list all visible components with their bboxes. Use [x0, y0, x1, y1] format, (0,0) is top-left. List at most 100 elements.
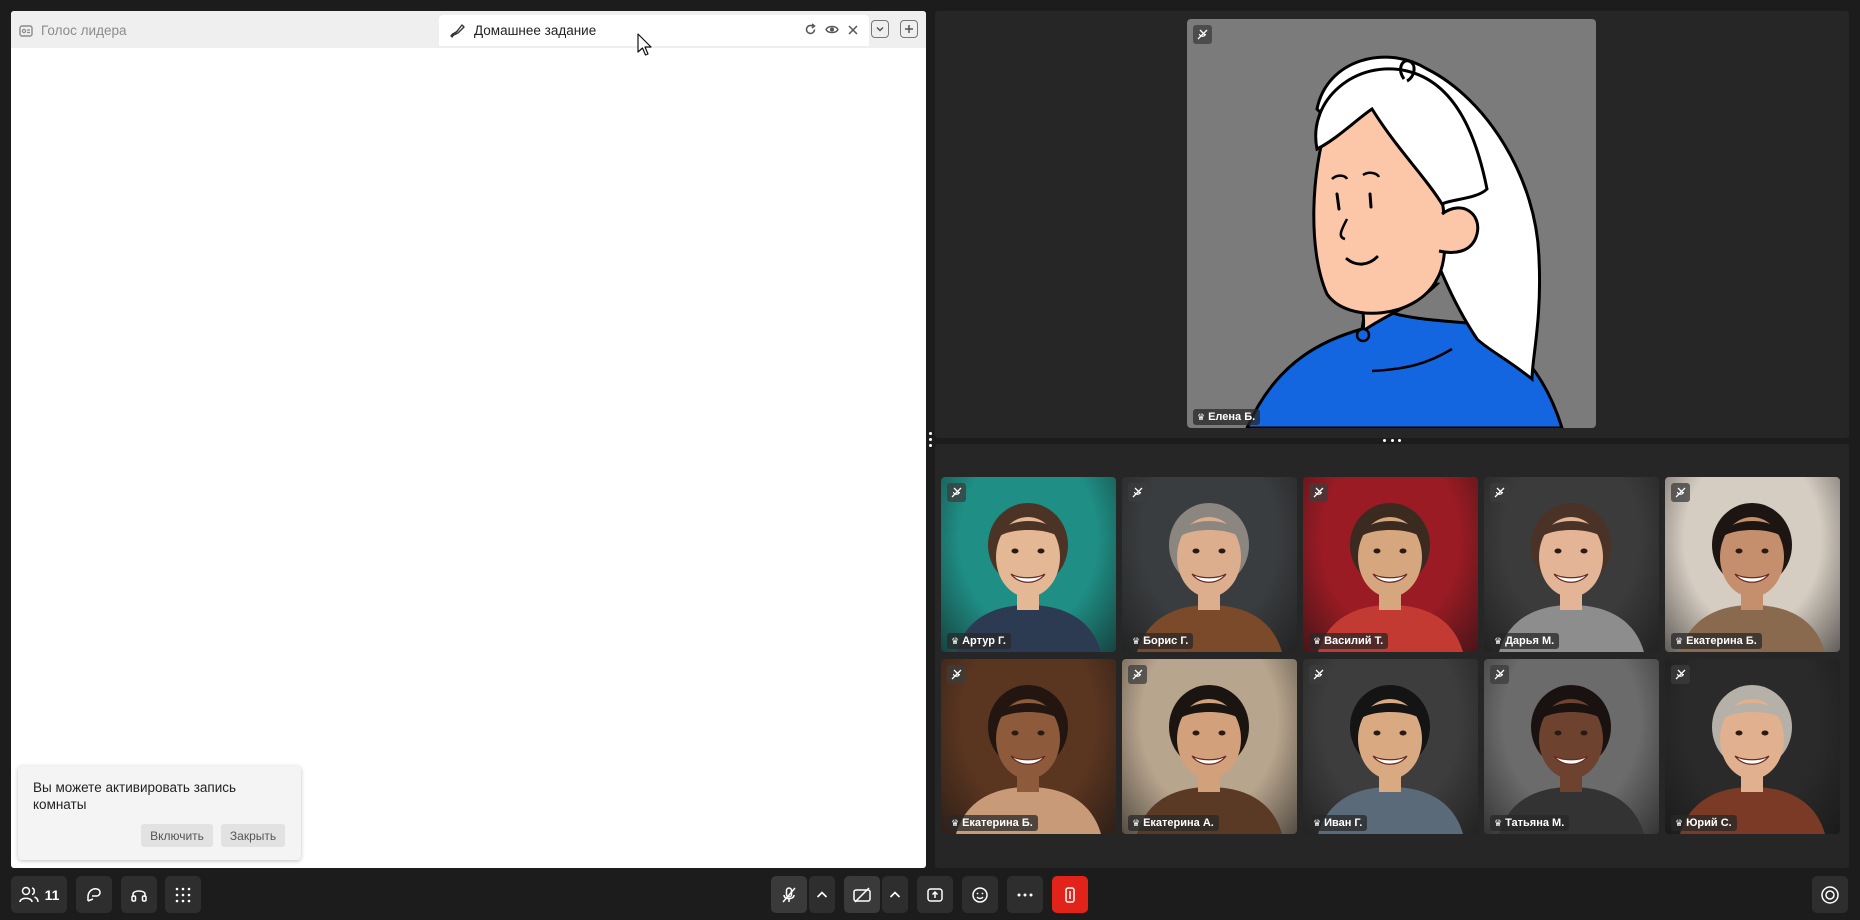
camera-off-icon	[853, 886, 871, 903]
whiteboard-icon	[87, 887, 101, 902]
reactions-button[interactable]	[962, 876, 998, 913]
crown-icon: ♛	[1313, 817, 1322, 828]
participant-tile[interactable]: ♛ Екатерина Б.	[941, 659, 1116, 834]
tab-label: Голос лидера	[41, 23, 127, 38]
chevron-up-icon	[889, 890, 901, 898]
participant-name-tag: ♛ Екатерина Б.	[947, 815, 1038, 831]
camera-button[interactable]	[844, 876, 880, 913]
participant-tile[interactable]: ♛ Татьяна М.	[1484, 659, 1659, 834]
mic-off-badge	[1128, 665, 1147, 684]
participant-name: Екатерина Б.	[962, 817, 1033, 829]
eye-icon[interactable]	[825, 23, 839, 36]
more-options-button[interactable]	[1007, 876, 1043, 913]
chevron-down-icon	[876, 26, 884, 32]
whiteboard-tabbar: Голос лидера Домашнее задание	[11, 11, 926, 48]
participant-tile[interactable]: ♛ Екатерина Б.	[1665, 477, 1840, 652]
participant-tile[interactable]: ♛ Дарья М.	[1484, 477, 1659, 652]
participant-photo	[1680, 685, 1825, 834]
mic-off-icon	[1197, 29, 1208, 40]
participant-tile[interactable]: ♛ Василий Т.	[1303, 477, 1478, 652]
enable-recording-button[interactable]: Включить	[141, 824, 213, 847]
add-tab-button[interactable]	[900, 20, 918, 38]
participants-button[interactable]: 11	[11, 876, 67, 913]
chevron-up-icon	[816, 890, 828, 898]
mic-off-badge	[1671, 483, 1690, 502]
participant-name: Татьяна М.	[1505, 817, 1565, 829]
participant-tile[interactable]: ♛ Борис Г.	[1122, 477, 1297, 652]
whiteboard-panel[interactable]: Голос лидера Домашнее задание	[11, 11, 926, 868]
resize-handle-horizontal[interactable]	[1383, 437, 1401, 443]
audio-settings-button[interactable]	[121, 876, 157, 913]
participant-name: Артур Г.	[962, 635, 1006, 647]
leave-icon	[1065, 886, 1075, 903]
record-button[interactable]	[1812, 876, 1848, 913]
record-icon	[1821, 885, 1839, 904]
toast-message: Вы можете активировать запись комнаты	[33, 780, 237, 812]
mic-off-badge	[1193, 25, 1212, 44]
speaker-avatar	[1245, 55, 1564, 428]
mic-off-icon	[1132, 487, 1143, 498]
participant-name-tag: ♛ Василий Т.	[1309, 633, 1389, 649]
tab-golos-lidera[interactable]: Голос лидера	[19, 15, 126, 46]
participant-tile[interactable]: ♛ Иван Г.	[1303, 659, 1478, 834]
headset-icon	[131, 889, 147, 902]
mic-off-icon	[1675, 487, 1686, 498]
participant-name: Екатерина Б.	[1686, 635, 1757, 647]
participant-name-tag: ♛ Борис Г.	[1128, 633, 1194, 649]
whiteboard-button[interactable]	[76, 876, 112, 913]
crown-icon: ♛	[1132, 635, 1141, 646]
people-icon	[18, 886, 39, 902]
crown-icon: ♛	[1132, 817, 1141, 828]
crown-icon: ♛	[951, 635, 960, 646]
crown-icon: ♛	[1675, 817, 1684, 828]
participant-tile[interactable]: ♛ Юрий С.	[1665, 659, 1840, 834]
tab-domashnee-zadanie[interactable]: Домашнее задание	[439, 15, 869, 46]
participant-photo	[1318, 503, 1463, 652]
participant-name-tag: ♛ Юрий С.	[1671, 815, 1737, 831]
share-screen-button[interactable]	[917, 876, 953, 913]
mic-off-icon	[1494, 669, 1505, 680]
mic-off-badge	[947, 483, 966, 502]
participant-photo	[1137, 503, 1282, 652]
speaker-name: Елена Б.	[1208, 411, 1256, 423]
mic-off-icon	[1494, 487, 1505, 498]
speaker-name-tag: ♛ Елена Б.	[1193, 409, 1261, 425]
crown-icon: ♛	[1494, 817, 1503, 828]
close-icon[interactable]	[847, 24, 859, 36]
participant-photo	[956, 503, 1101, 652]
mouse-cursor-icon	[637, 33, 652, 56]
tab-actions	[804, 23, 859, 36]
participant-photo	[1137, 685, 1282, 834]
participant-name-tag: ♛ Иван Г.	[1309, 815, 1368, 831]
leave-call-button[interactable]	[1052, 876, 1088, 913]
crown-icon: ♛	[1675, 635, 1684, 646]
participant-name-tag: ♛ Дарья М.	[1490, 633, 1560, 649]
mic-off-badge	[1490, 665, 1509, 684]
participants-count: 11	[44, 886, 60, 903]
emoji-icon	[972, 886, 988, 903]
participant-tile[interactable]: ♛ Екатерина А.	[1122, 659, 1297, 834]
participant-name-tag: ♛ Артур Г.	[947, 633, 1011, 649]
participant-name: Борис Г.	[1143, 635, 1189, 647]
participant-name: Иван Г.	[1324, 817, 1363, 829]
crown-icon: ♛	[1197, 411, 1206, 422]
camera-options-button[interactable]	[882, 876, 908, 913]
speaker-tile[interactable]: ♛ Елена Б.	[1187, 19, 1596, 428]
presentation-icon	[19, 24, 33, 37]
plus-icon	[905, 25, 913, 33]
mic-off-icon	[1132, 669, 1143, 680]
participant-tile[interactable]: ♛ Артур Г.	[941, 477, 1116, 652]
microphone-options-button[interactable]	[809, 876, 835, 913]
mic-off-badge	[1309, 483, 1328, 502]
crown-icon: ♛	[1494, 635, 1503, 646]
mic-off-icon	[951, 669, 962, 680]
apps-button[interactable]	[165, 876, 201, 913]
microphone-button[interactable]	[771, 876, 807, 913]
tabs-dropdown-button[interactable]	[871, 20, 889, 38]
close-toast-button[interactable]: Закрыть	[221, 824, 285, 847]
crown-icon: ♛	[951, 817, 960, 828]
mic-off-badge	[1671, 665, 1690, 684]
resize-handle-vertical[interactable]	[926, 430, 935, 448]
refresh-icon[interactable]	[804, 23, 817, 36]
participant-name: Юрий С.	[1686, 817, 1732, 829]
